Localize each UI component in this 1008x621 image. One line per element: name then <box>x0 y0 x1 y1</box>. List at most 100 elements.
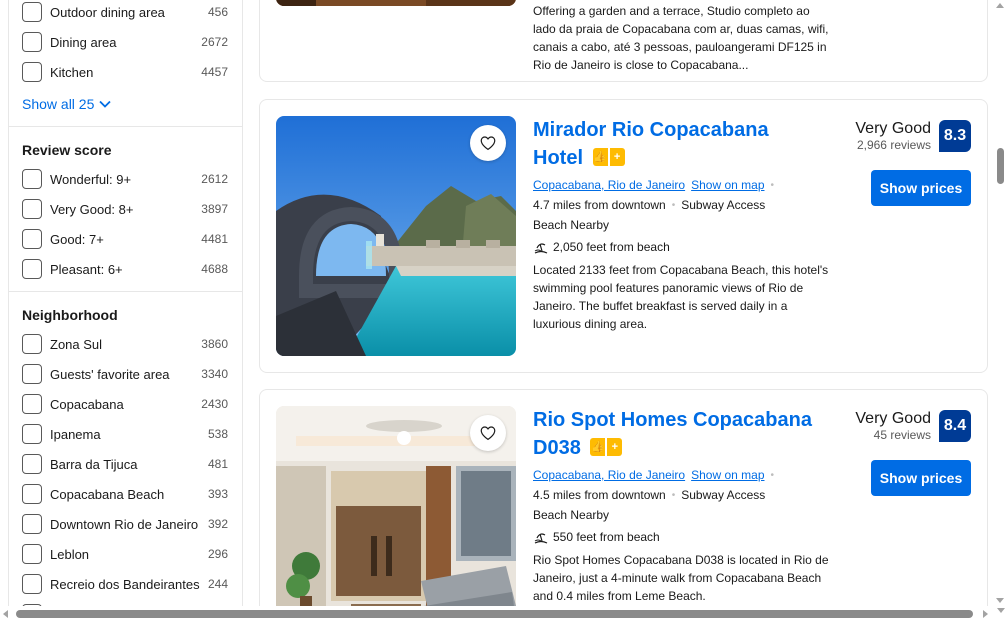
filter-label: Dining area <box>50 34 117 50</box>
show-on-map-link[interactable]: Show on map <box>691 178 764 192</box>
filter-very-good[interactable]: Very Good: 8+ 3897 <box>22 198 228 220</box>
checkbox[interactable] <box>22 32 42 52</box>
property-title: Mirador Rio Copacabana Hotel <box>533 119 769 169</box>
location-link[interactable]: Copacabana, Rio de Janeiro <box>533 468 685 482</box>
checkbox[interactable] <box>22 259 42 279</box>
scroll-down-arrow-icon[interactable] <box>996 598 1004 603</box>
scroll-down-arrow-icon[interactable] <box>997 608 1005 613</box>
checkbox[interactable] <box>22 169 42 189</box>
location-link[interactable]: Copacabana, Rio de Janeiro <box>533 178 685 192</box>
checkbox[interactable] <box>22 364 42 384</box>
filter-recreio[interactable]: Recreio dos Bandeirantes 244 <box>22 573 228 595</box>
filter-kitchen[interactable]: Kitchen 4457 <box>22 61 228 83</box>
divider <box>9 291 242 292</box>
filter-count: 2672 <box>201 35 228 49</box>
checkbox[interactable] <box>22 394 42 414</box>
distance-row: 4.5 miles from downtown • Subway Access <box>533 488 765 502</box>
location-row: Copacabana, Rio de Janeiro Show on map • <box>533 468 774 482</box>
filter-outdoor-dining-area[interactable]: Outdoor dining area 456 <box>22 1 228 23</box>
filter-label: Guests' favorite area <box>50 366 170 382</box>
checkbox[interactable] <box>22 514 42 534</box>
filter-label: Zona Sul <box>50 336 103 352</box>
checkbox[interactable] <box>22 424 42 444</box>
filter-label: Wonderful: 9+ <box>50 171 132 187</box>
checkbox[interactable] <box>22 334 42 354</box>
property-photo[interactable] <box>276 116 516 356</box>
checkbox[interactable] <box>22 484 42 504</box>
checkbox[interactable] <box>22 229 42 249</box>
beach-distance-row: 550 feet from beach <box>533 529 660 545</box>
thumbs-up-icon: 👍 <box>590 437 606 456</box>
property-title-link[interactable]: Rio Spot Homes Copacabana D038 👍 + <box>533 406 823 462</box>
filters-sidebar: Outdoor dining area 456 Dining area 2672… <box>8 0 243 621</box>
plus-icon: + <box>607 437 623 456</box>
beach-icon <box>534 243 548 254</box>
beach-distance: 2,050 feet from beach <box>553 240 670 254</box>
vertical-scrollbar[interactable] <box>993 0 1008 606</box>
filter-label: Barra da Tijuca <box>50 456 138 472</box>
show-prices-button[interactable]: Show prices <box>871 170 971 206</box>
property-description: Offering a garden and a terrace, Studio … <box>533 4 829 72</box>
filter-good[interactable]: Good: 7+ 4481 <box>22 228 228 250</box>
review-count: 45 reviews <box>873 428 931 442</box>
show-all-label: Show all 25 <box>22 96 95 112</box>
filter-ipanema[interactable]: Ipanema 538 <box>22 423 228 445</box>
review-count: 2,966 reviews <box>856 138 931 152</box>
plus-icon: + <box>609 147 625 166</box>
save-to-wishlist-button[interactable] <box>470 415 506 451</box>
property-card: Offering a garden and a terrace, Studio … <box>259 0 988 82</box>
save-to-wishlist-button[interactable] <box>470 125 506 161</box>
filter-count: 244 <box>207 577 228 591</box>
checkbox[interactable] <box>22 544 42 564</box>
filter-barra-da-tijuca[interactable]: Barra da Tijuca 481 <box>22 453 228 475</box>
checkbox[interactable] <box>22 2 42 22</box>
scroll-up-arrow-icon[interactable] <box>996 3 1004 8</box>
filter-guests-favorite-area[interactable]: Guests' favorite area 3340 <box>22 363 228 385</box>
review-score-widget[interactable]: Very Good 2,966 reviews 8.3 <box>855 120 971 152</box>
scroll-right-arrow-icon[interactable] <box>983 610 988 618</box>
property-photo[interactable] <box>276 406 516 621</box>
beach-nearby-tag: Beach Nearby <box>533 218 610 232</box>
show-prices-button[interactable]: Show prices <box>871 460 971 496</box>
scroll-left-arrow-icon[interactable] <box>3 610 8 618</box>
filter-count: 3897 <box>201 202 228 216</box>
score-badge: 8.4 <box>939 410 971 442</box>
checkbox[interactable] <box>22 454 42 474</box>
filter-dining-area[interactable]: Dining area 2672 <box>22 31 228 53</box>
horizontal-scrollbar[interactable] <box>0 606 1008 621</box>
genius-badge: 👍 + <box>592 147 625 166</box>
filter-label: Very Good: 8+ <box>50 201 134 217</box>
filter-count: 2430 <box>201 397 228 411</box>
filter-count: 538 <box>207 427 228 441</box>
filter-label: Leblon <box>50 546 90 562</box>
show-on-map-link[interactable]: Show on map <box>691 468 764 482</box>
distance-row: 4.7 miles from downtown • Subway Access <box>533 198 765 212</box>
beach-icon <box>534 533 548 544</box>
show-all-facilities-link[interactable]: Show all 25 <box>22 96 112 112</box>
property-title-link[interactable]: Mirador Rio Copacabana Hotel 👍 + <box>533 116 823 172</box>
vertical-scroll-thumb[interactable] <box>997 148 1004 184</box>
filter-zona-sul[interactable]: Zona Sul 3860 <box>22 333 228 355</box>
chevron-down-icon <box>99 100 112 108</box>
filter-count: 2612 <box>201 172 228 186</box>
filter-leblon[interactable]: Leblon 296 <box>22 543 228 565</box>
property-photo[interactable] <box>276 0 516 6</box>
location-row: Copacabana, Rio de Janeiro Show on map • <box>533 178 774 192</box>
filter-label: Downtown Rio de Janeiro <box>50 516 199 532</box>
heart-icon <box>480 426 496 441</box>
filter-count: 296 <box>207 547 228 561</box>
property-card: Mirador Rio Copacabana Hotel 👍 + Copacaba… <box>259 99 988 373</box>
review-score-heading: Review score <box>22 142 112 158</box>
horizontal-scroll-thumb[interactable] <box>16 610 973 618</box>
checkbox[interactable] <box>22 574 42 594</box>
filter-downtown-rio[interactable]: Downtown Rio de Janeiro 392 <box>22 513 228 535</box>
checkbox[interactable] <box>22 62 42 82</box>
review-score-widget[interactable]: Very Good 45 reviews 8.4 <box>855 410 971 442</box>
filter-pleasant[interactable]: Pleasant: 6+ 4688 <box>22 258 228 280</box>
filter-copacabana-beach[interactable]: Copacabana Beach 393 <box>22 483 228 505</box>
filter-label: Recreio dos Bandeirantes <box>50 576 200 592</box>
filter-label: Ipanema <box>50 426 101 442</box>
checkbox[interactable] <box>22 199 42 219</box>
filter-copacabana[interactable]: Copacabana 2430 <box>22 393 228 415</box>
filter-wonderful[interactable]: Wonderful: 9+ 2612 <box>22 168 228 190</box>
